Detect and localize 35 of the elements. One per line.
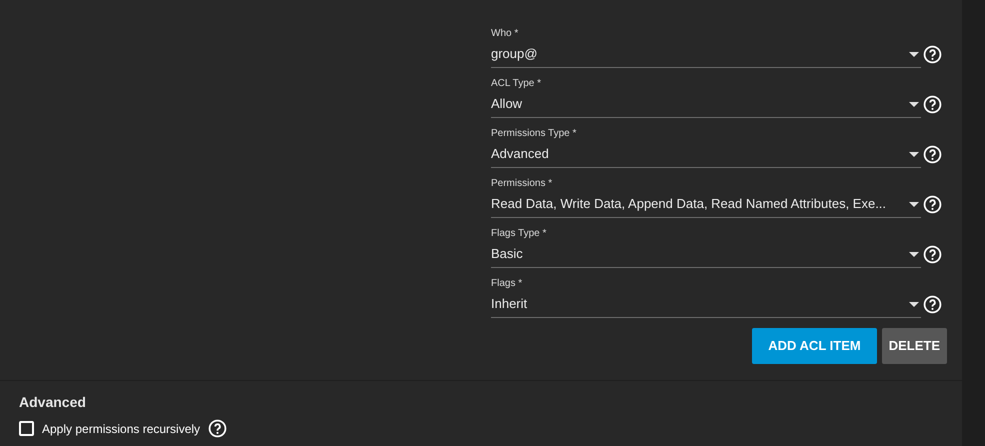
field-label: Who * — [491, 28, 520, 40]
select-field[interactable]: Permissions Type * Advanced — [491, 128, 921, 168]
field-label: Permissions Type * — [491, 128, 578, 140]
field-label: Permissions * — [491, 178, 554, 190]
select-field[interactable]: Flags * Inherit — [491, 278, 921, 318]
field-value: Basic — [491, 245, 524, 263]
dropdown-caret-icon — [909, 102, 919, 106]
help-icon[interactable] — [208, 419, 228, 438]
help-icon[interactable] — [923, 145, 942, 164]
field-label: Flags Type * — [491, 228, 548, 240]
delete-button[interactable]: DELETE — [882, 328, 947, 364]
help-icon[interactable] — [923, 95, 942, 114]
dropdown-caret-icon — [909, 302, 919, 306]
checkbox-label: Apply permissions recursively — [42, 420, 200, 438]
field-label: ACL Type * — [491, 78, 542, 90]
dropdown-caret-icon — [909, 202, 919, 206]
dropdown-caret-icon — [909, 252, 919, 256]
section-title: Advanced — [19, 393, 87, 411]
field-value: group@ — [491, 45, 538, 63]
select-field[interactable]: Permissions * Read Data, Write Data, Append Data, Read Named Attributes, Exe... — [491, 178, 921, 218]
help-icon[interactable] — [923, 295, 942, 314]
field-value: Advanced — [491, 145, 550, 163]
help-icon[interactable] — [923, 45, 942, 64]
help-icon[interactable] — [923, 245, 942, 264]
dropdown-caret-icon — [909, 152, 919, 156]
select-field[interactable]: Who * group@ — [491, 28, 921, 68]
field-value: Inherit — [491, 295, 528, 313]
field-value: Allow — [491, 95, 524, 113]
checkbox[interactable] — [19, 421, 34, 436]
select-field[interactable]: Flags Type * Basic — [491, 228, 921, 268]
field-value: Read Data, Write Data, Append Data, Read Named Attributes, Exe... — [491, 195, 888, 213]
help-icon[interactable] — [923, 195, 942, 214]
select-field[interactable]: ACL Type * Allow — [491, 78, 921, 118]
dropdown-caret-icon — [909, 52, 919, 56]
field-label: Flags * — [491, 278, 524, 290]
